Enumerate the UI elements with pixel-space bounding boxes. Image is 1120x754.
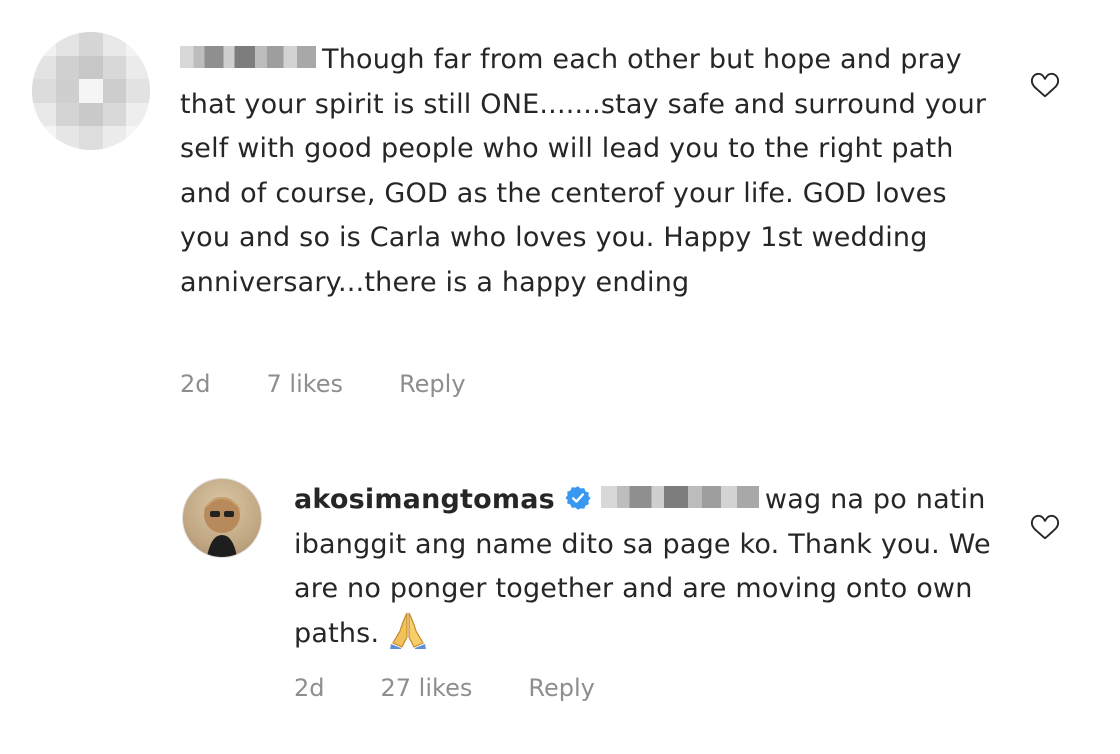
avatar[interactable] [32, 32, 150, 150]
reply-button[interactable]: Reply [528, 674, 594, 702]
comment-body: Though far from each other but hope and … [180, 44, 987, 298]
verified-badge-icon [565, 485, 591, 510]
reply-comment: akosimangtomas wag na po natin ibanggit … [0, 430, 1120, 754]
comment: Though far from each other but hope and … [0, 0, 1120, 430]
comment-time[interactable]: 2d [294, 674, 325, 702]
redacted-username[interactable] [180, 45, 316, 68]
heart-icon[interactable] [1030, 70, 1060, 100]
comment-time[interactable]: 2d [180, 370, 211, 398]
comment-text: akosimangtomas wag na po natin ibanggit … [294, 478, 994, 656]
reply-button[interactable]: Reply [399, 370, 465, 398]
comment-meta: 2d 7 likes Reply [180, 370, 466, 398]
username[interactable]: akosimangtomas [294, 484, 555, 515]
comment-likes[interactable]: 7 likes [267, 370, 344, 398]
comment-meta: 2d 27 likes Reply [294, 674, 595, 702]
comment-text: Though far from each other but hope and … [180, 38, 1000, 305]
heart-icon[interactable] [1030, 512, 1060, 542]
comment-likes[interactable]: 27 likes [381, 674, 473, 702]
folded-hands-emoji [390, 612, 427, 649]
redacted-mention[interactable] [600, 485, 759, 508]
avatar[interactable] [182, 478, 262, 558]
